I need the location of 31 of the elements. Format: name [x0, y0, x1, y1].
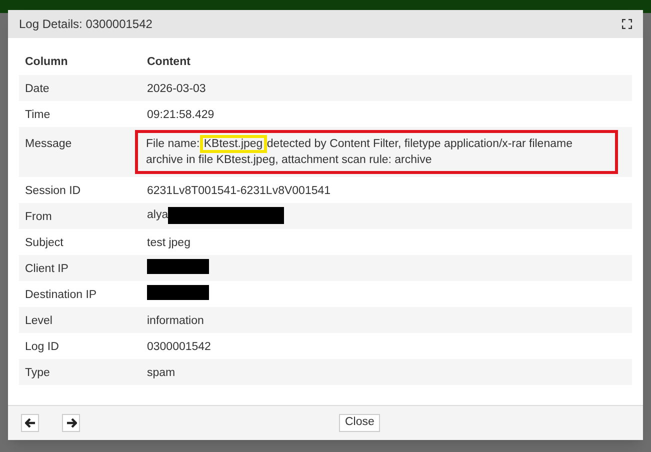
- table-cell-text: Message: [24, 137, 73, 152]
- next-button[interactable]: [62, 414, 80, 432]
- table-cell-text: Date: [24, 82, 50, 97]
- table-cell-text: Session ID: [24, 184, 82, 199]
- redaction-bar: [147, 259, 209, 274]
- close-button[interactable]: Close: [339, 414, 380, 432]
- table-cell-text: information: [147, 314, 204, 329]
- table-cell-text: 0300001542: [147, 340, 211, 355]
- table-cell-text: Level: [24, 314, 54, 329]
- table-cell-text: Client IP: [24, 262, 70, 277]
- maximize-icon[interactable]: [622, 19, 632, 29]
- table-cell-text: test jpeg: [147, 236, 190, 251]
- table-cell-text: Time: [24, 108, 52, 123]
- redaction-bar: [147, 285, 209, 300]
- column-header: Content: [147, 54, 190, 70]
- left-arrow-icon: [24, 418, 36, 428]
- table-cell-text: From: [24, 210, 53, 225]
- table-cell-text: 6231Lv8T001541-6231Lv8V001541: [147, 184, 331, 199]
- window-title: Log Details: 0300001542: [19, 16, 152, 33]
- message-text: File name: KBtest.jpeg detected by Content Filter, filetype application/x-rar filename archive in file KBtest.jpeg, attachment scan rule: archive: [146, 136, 607, 168]
- column-header: Column: [24, 54, 69, 70]
- table-cell-text: spam: [147, 366, 176, 381]
- table-cell-text: Type: [24, 366, 51, 381]
- previous-button[interactable]: [21, 414, 39, 432]
- table-cell-text: Log ID: [24, 340, 60, 355]
- table-cell-text: Destination IP: [24, 288, 98, 303]
- table-cell-text: Subject: [24, 236, 64, 251]
- table-cell-text: 09:21:58.429: [147, 108, 214, 123]
- table-cell-text: 2026-03-03: [147, 82, 206, 97]
- table-cell-text: alya: [147, 208, 168, 223]
- right-arrow-icon: [66, 418, 76, 428]
